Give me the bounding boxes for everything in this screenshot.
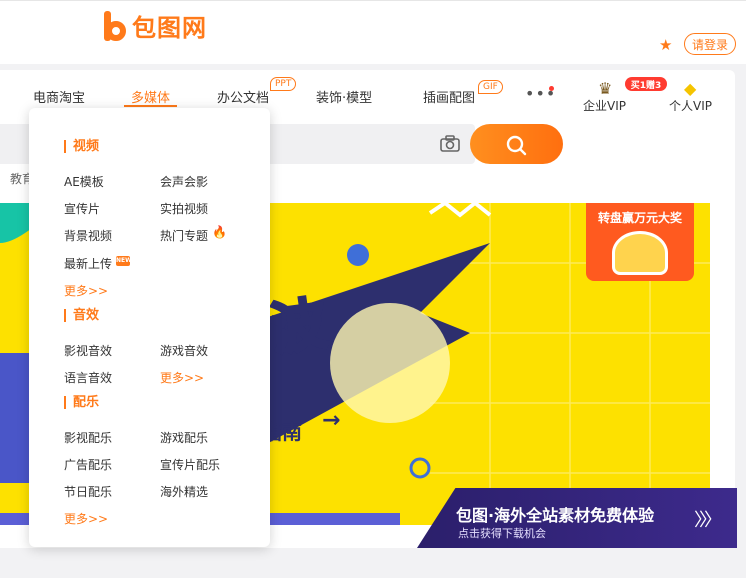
- lottery-wheel-icon: [612, 231, 668, 275]
- menu-item-latest-uploads[interactable]: 最新上传: [64, 255, 112, 272]
- more-video-link[interactable]: 更多>>: [64, 282, 108, 299]
- more-music-link[interactable]: 更多>>: [64, 510, 108, 527]
- nav-item-decoration-model[interactable]: 装饰·模型: [316, 87, 372, 106]
- lottery-title: 转盘赢万元大奖: [597, 211, 682, 225]
- menu-item-promo-film[interactable]: 宣传片: [64, 200, 100, 217]
- search-button[interactable]: [470, 124, 563, 164]
- enterprise-vip-link[interactable]: 企业VIP: [583, 97, 626, 114]
- trial-promo-subtitle: 点击获得下载机会: [458, 527, 546, 540]
- promo-badge: 买1赠3: [625, 77, 667, 91]
- logo-icon: [104, 10, 126, 41]
- new-badge: NEW: [116, 256, 132, 266]
- menu-item-holiday-music[interactable]: 节日配乐: [64, 483, 112, 500]
- fire-icon: 🔥: [212, 225, 227, 239]
- chevrons-right-icon: 〉〉〉: [694, 510, 722, 531]
- menu-item-promo-music[interactable]: 宣传片配乐: [160, 456, 220, 473]
- menu-item-ae-templates[interactable]: AE模板: [64, 173, 104, 190]
- logo-text: 包图网: [132, 14, 207, 42]
- menu-item-video-studio[interactable]: 会声会影: [160, 173, 208, 190]
- menu-item-game-sfx[interactable]: 游戏音效: [160, 342, 208, 359]
- ppt-badge: PPT: [270, 77, 297, 91]
- nav-active-indicator: [124, 105, 177, 107]
- menu-item-game-music[interactable]: 游戏配乐: [160, 429, 208, 446]
- more-sfx-link[interactable]: 更多>>: [160, 369, 204, 386]
- section-title-music: 配乐: [64, 396, 99, 409]
- nav-item-multimedia[interactable]: 多媒体: [131, 87, 170, 106]
- gif-badge: GIF: [478, 80, 503, 94]
- banner-headline: 波: [265, 290, 333, 365]
- lottery-promo[interactable]: 转盘赢万元大奖: [586, 203, 694, 281]
- nav-item-office-docs[interactable]: 办公文档: [217, 87, 269, 106]
- notification-dot: [549, 86, 554, 91]
- nav-item-illustration[interactable]: 插画配图: [423, 87, 475, 106]
- menu-item-voice-sfx[interactable]: 语言音效: [64, 369, 112, 386]
- enterprise-vip-icon: ♛: [598, 79, 613, 98]
- search-icon: [506, 135, 527, 156]
- section-title-video: 视频: [64, 140, 99, 153]
- menu-item-overseas-picks[interactable]: 海外精选: [160, 483, 208, 500]
- personal-vip-link[interactable]: 个人VIP: [669, 97, 712, 114]
- login-button[interactable]: 请登录: [684, 33, 736, 55]
- menu-item-film-sfx[interactable]: 影视音效: [64, 342, 112, 359]
- arrow-right-icon: →: [322, 408, 341, 433]
- menu-item-live-footage[interactable]: 实拍视频: [160, 200, 208, 217]
- menu-item-background-video[interactable]: 背景视频: [64, 227, 112, 244]
- camera-icon[interactable]: [440, 135, 460, 152]
- menu-item-hot-topics[interactable]: 热门专题: [160, 227, 208, 244]
- nav-item-ecommerce[interactable]: 电商淘宝: [33, 87, 85, 106]
- menu-item-film-music[interactable]: 影视配乐: [64, 429, 112, 446]
- star-icon[interactable]: ★: [659, 36, 672, 54]
- menu-item-ad-music[interactable]: 广告配乐: [64, 456, 112, 473]
- trial-promo-title[interactable]: 包图·海外全站素材免费体验: [456, 502, 654, 526]
- section-title-sound-effects: 音效: [64, 309, 99, 322]
- site-logo[interactable]: 包图网: [104, 8, 207, 43]
- personal-vip-icon: ◆: [684, 79, 697, 98]
